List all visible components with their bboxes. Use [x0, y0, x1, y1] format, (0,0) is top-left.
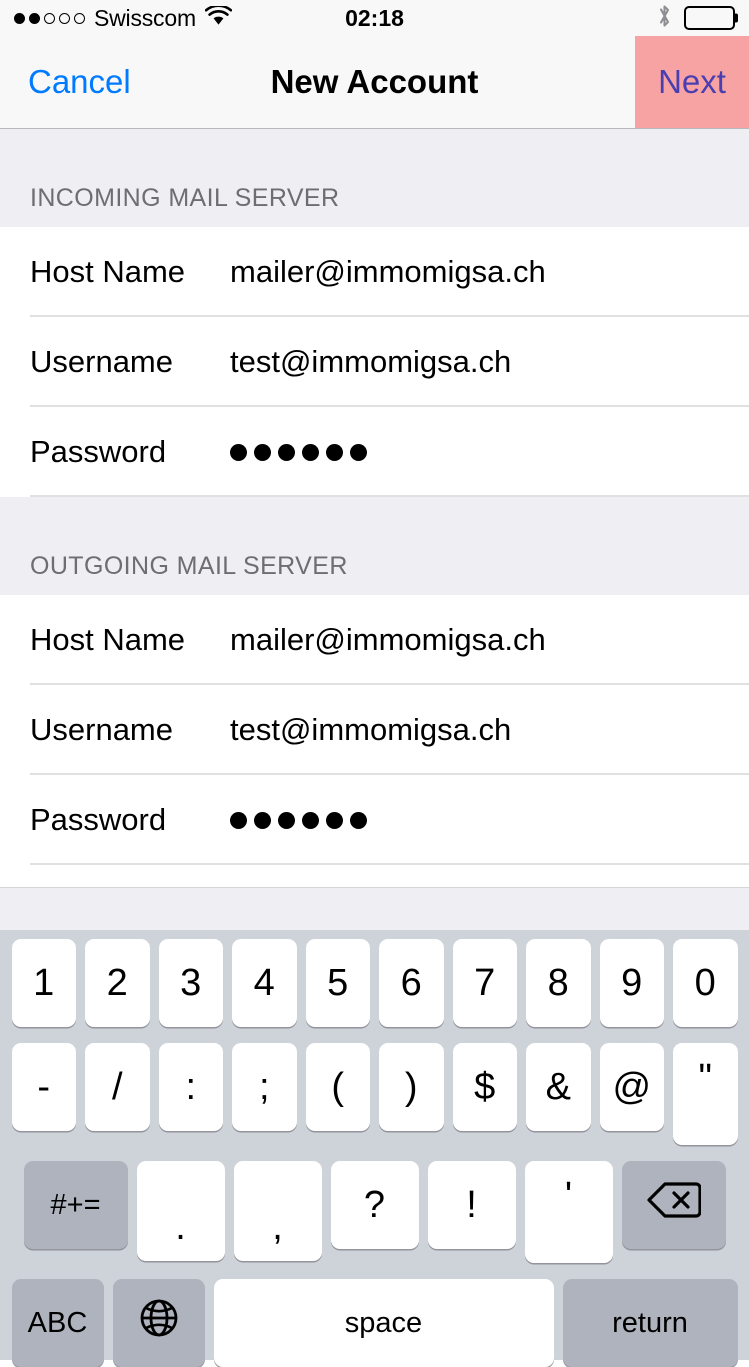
key-exclamation-mark[interactable]: !	[427, 1161, 516, 1249]
field-label: Host Name	[30, 254, 186, 289]
status-bar-right	[657, 3, 735, 34]
password-dot	[230, 443, 247, 461]
username-input[interactable]: test@immomigsa.ch	[230, 712, 511, 748]
onscreen-keyboard: 1234567890 - /:;() $ & @ " #+= . , ? ! ' ABC	[0, 930, 749, 1367]
key-left-paren[interactable]: (	[305, 1043, 370, 1131]
field-label: Password	[30, 802, 167, 837]
key-period[interactable]: .	[136, 1161, 225, 1261]
row-outgoing-username[interactable]: Username test@immomigsa.ch	[0, 685, 749, 775]
status-bar: Swisscom 02:18	[0, 0, 749, 36]
password-dot	[350, 811, 367, 829]
battery-icon	[684, 6, 735, 30]
password-dot	[350, 443, 367, 461]
key-quote[interactable]: "	[673, 1043, 738, 1145]
key-7[interactable]: 7	[452, 939, 517, 1027]
key-8[interactable]: 8	[526, 939, 591, 1027]
host-name-input[interactable]: mailer@immomigsa.ch	[230, 254, 546, 290]
key-colon[interactable]: :	[158, 1043, 223, 1131]
globe-key[interactable]	[112, 1279, 205, 1367]
keyboard-row-bottom: ABC space return	[4, 1279, 745, 1367]
key-at[interactable]: @	[599, 1043, 664, 1131]
keyboard-row-numbers: 1234567890	[4, 939, 745, 1027]
row-incoming-username[interactable]: Username test@immomigsa.ch	[0, 317, 749, 407]
row-incoming-password[interactable]: Password	[0, 407, 749, 497]
account-form-table: INCOMING MAIL SERVER Host Name mailer@im…	[0, 129, 749, 887]
status-bar-left: Swisscom	[14, 3, 233, 32]
password-dot	[254, 443, 271, 461]
password-input[interactable]	[230, 443, 367, 461]
key-slash[interactable]: /	[85, 1043, 150, 1131]
password-dot	[230, 811, 247, 829]
cancel-button[interactable]: Cancel	[0, 63, 131, 101]
table-bottom-spacer	[0, 865, 749, 887]
space-key[interactable]: space	[213, 1279, 554, 1367]
field-label: Username	[30, 712, 173, 747]
password-dot	[254, 811, 271, 829]
key-5[interactable]: 5	[305, 939, 370, 1027]
row-outgoing-host-name[interactable]: Host Name mailer@immomigsa.ch	[0, 595, 749, 685]
key-4[interactable]: 4	[232, 939, 297, 1027]
keyboard-row-punctuation: #+= . , ? ! '	[4, 1161, 745, 1263]
abc-key[interactable]: ABC	[11, 1279, 104, 1367]
globe-icon	[137, 1296, 181, 1350]
key-6[interactable]: 6	[379, 939, 444, 1027]
symbols-shift-key[interactable]: #+=	[23, 1161, 128, 1249]
key-0[interactable]: 0	[673, 939, 738, 1027]
key-2[interactable]: 2	[85, 939, 150, 1027]
row-outgoing-password[interactable]: Password	[0, 775, 749, 865]
field-label: Username	[30, 344, 173, 379]
backspace-key[interactable]	[621, 1161, 726, 1249]
keyboard-row-symbols: - /:;() $ & @ "	[4, 1043, 745, 1145]
next-button[interactable]: Next	[635, 36, 749, 128]
key-3[interactable]: 3	[158, 939, 223, 1027]
key-right-paren[interactable]: )	[379, 1043, 444, 1131]
field-label: Host Name	[30, 622, 186, 657]
row-incoming-host-name[interactable]: Host Name mailer@immomigsa.ch	[0, 227, 749, 317]
key-semicolon[interactable]: ;	[232, 1043, 297, 1131]
password-dot	[302, 443, 319, 461]
keyboard-top-gap	[0, 887, 749, 930]
section-header-incoming: INCOMING MAIL SERVER	[0, 129, 749, 227]
wifi-icon	[204, 3, 233, 31]
username-input[interactable]: test@immomigsa.ch	[230, 344, 511, 380]
navigation-bar: Cancel New Account Next	[0, 36, 749, 129]
key-comma[interactable]: ,	[233, 1161, 322, 1261]
key-9[interactable]: 9	[599, 939, 664, 1027]
password-dot	[302, 811, 319, 829]
return-key[interactable]: return	[562, 1279, 738, 1367]
carrier-name: Swisscom	[94, 4, 196, 31]
password-dot	[326, 811, 343, 829]
password-dot	[278, 811, 295, 829]
host-name-input[interactable]: mailer@immomigsa.ch	[230, 622, 546, 658]
key-apostrophe[interactable]: '	[524, 1161, 613, 1263]
key-ampersand[interactable]: &	[526, 1043, 591, 1131]
password-input[interactable]	[230, 811, 367, 829]
key-hyphen[interactable]: -	[11, 1043, 76, 1131]
signal-strength-icon	[14, 12, 85, 24]
password-dot	[278, 443, 295, 461]
key-question-mark[interactable]: ?	[330, 1161, 419, 1249]
key-1[interactable]: 1	[11, 939, 76, 1027]
field-label: Password	[30, 434, 167, 469]
bluetooth-icon	[657, 3, 672, 34]
backspace-icon	[646, 1180, 702, 1230]
section-header-outgoing: OUTGOING MAIL SERVER	[0, 497, 749, 595]
password-dot	[326, 443, 343, 461]
key-dollar[interactable]: $	[452, 1043, 517, 1131]
